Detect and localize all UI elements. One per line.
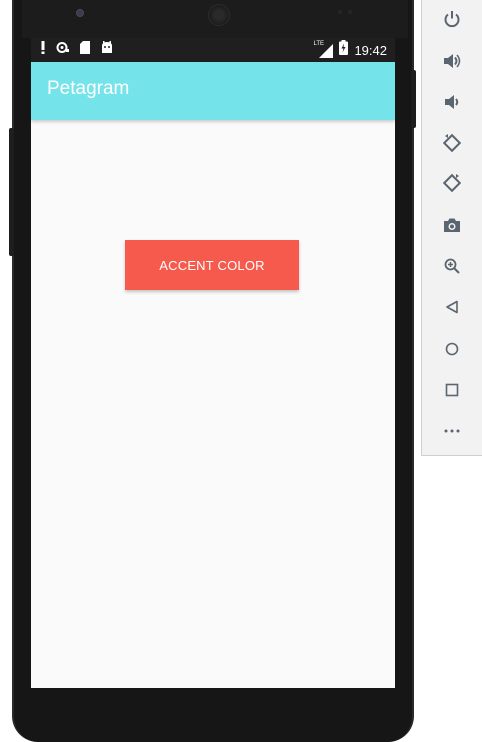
overview-icon [445, 383, 459, 397]
light-sensor [348, 10, 352, 14]
device-side-button [9, 128, 14, 256]
more-icon [444, 429, 460, 433]
lte-signal-icon: LTE [313, 41, 334, 58]
sync-icon [56, 41, 69, 59]
zoom-in-icon [444, 258, 460, 274]
rotate-left-button[interactable] [435, 128, 469, 158]
screenshot-button[interactable] [435, 210, 469, 240]
earpiece-speaker [208, 4, 230, 26]
sd-card-icon [80, 41, 90, 59]
zoom-button[interactable] [435, 251, 469, 281]
home-button[interactable] [435, 334, 469, 364]
overview-button[interactable] [435, 375, 469, 405]
proximity-sensor [338, 10, 342, 14]
volume-up-button[interactable] [435, 46, 469, 76]
device-power-button [411, 70, 416, 128]
back-icon [445, 300, 459, 314]
power-icon [443, 10, 461, 28]
status-time: 19:42 [354, 42, 387, 58]
more-button[interactable] [435, 416, 469, 446]
status-bar: LTE 19:42 [31, 38, 395, 62]
back-button[interactable] [435, 292, 469, 322]
camera-icon [443, 217, 461, 233]
volume-up-icon [443, 53, 461, 69]
home-icon [445, 342, 459, 356]
rotate-right-button[interactable] [435, 168, 469, 198]
volume-down-button[interactable] [435, 87, 469, 117]
power-button[interactable] [435, 4, 469, 34]
emulator-toolbar [421, 0, 482, 456]
volume-down-icon [444, 94, 460, 110]
rotate-left-icon [442, 133, 462, 153]
battery-charging-icon [339, 40, 349, 60]
app-title: Petagram [47, 78, 130, 99]
front-camera [76, 9, 84, 17]
android-debug-icon [101, 41, 113, 59]
alert-icon [41, 41, 45, 59]
phone-screen: LTE 19:42 Petagram ACCENT COLOR [31, 38, 395, 688]
rotate-right-icon [442, 173, 462, 193]
accent-color-button[interactable]: ACCENT COLOR [125, 240, 299, 290]
app-bar: Petagram [31, 62, 395, 120]
